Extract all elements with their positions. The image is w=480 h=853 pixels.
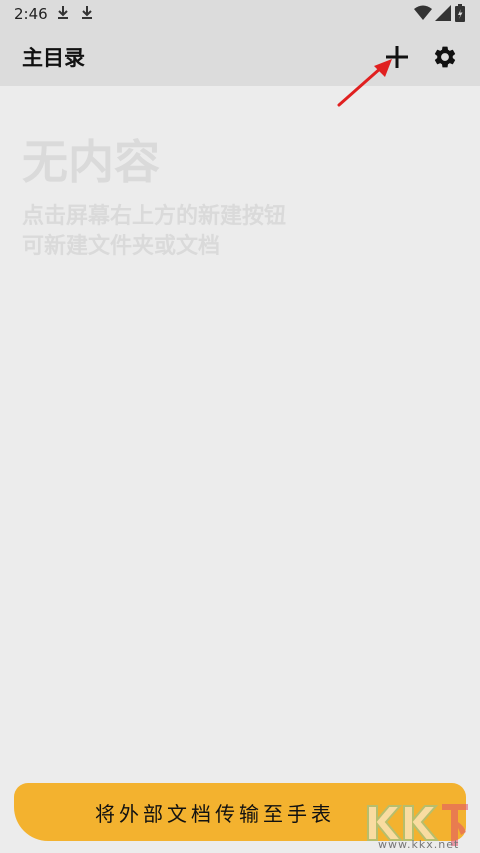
empty-state-hint-line2: 可新建文件夹或文档 [22,234,221,259]
gear-icon [434,46,456,68]
battery-icon [455,4,465,22]
transfer-to-watch-label: 将外部文档传输至手表 [95,801,335,826]
status-time: 2:46 [14,5,48,23]
wifi-icon [414,5,432,20]
settings-button[interactable] [428,40,462,74]
download-icon [58,6,68,19]
watermark-url: www.kkx.net [378,838,460,851]
empty-state-hint-line1: 点击屏幕右上方的新建按钮 [22,204,287,229]
app-bar: 主目录 [0,28,480,86]
signal-icon [435,5,451,21]
empty-state-hint: 点击屏幕右上方的新建按钮 可新建文件夹或文档 [22,202,286,262]
status-bar: 2:46 [0,0,480,28]
arrow-annotation [337,59,392,107]
empty-state-title: 无内容 [22,135,160,189]
download-icon [82,6,92,19]
page-title: 主目录 [22,46,85,70]
